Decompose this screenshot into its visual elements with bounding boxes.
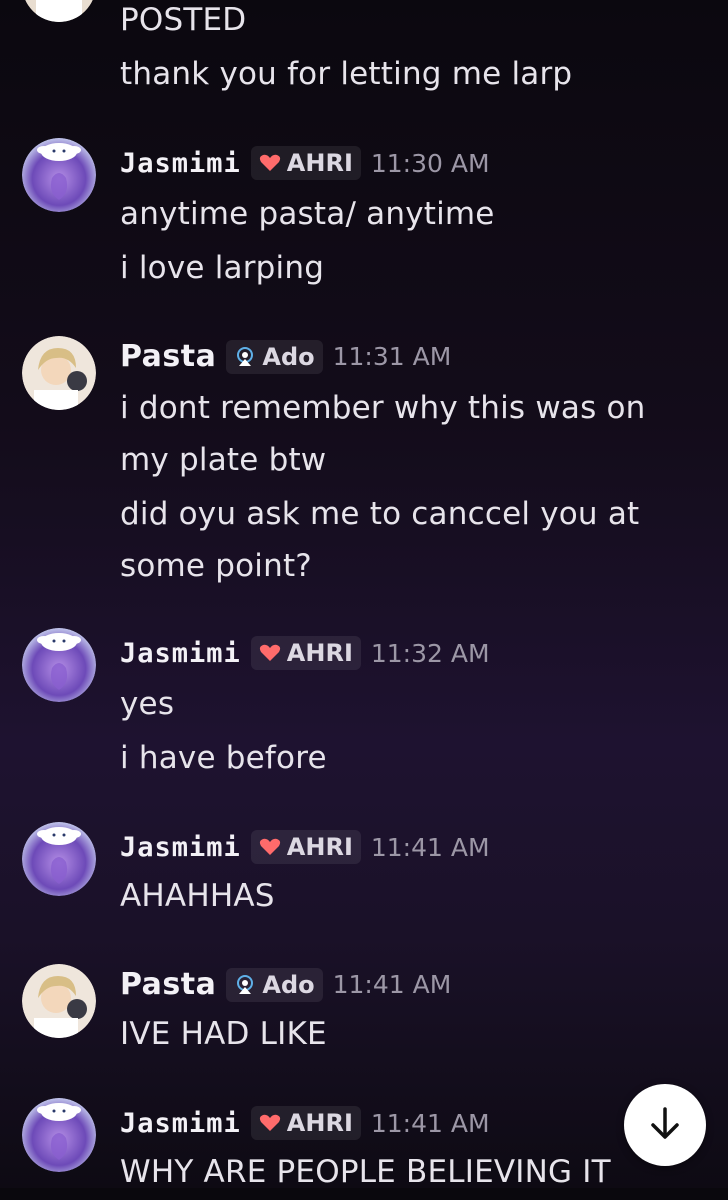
avatar-pasta[interactable] xyxy=(22,964,96,1038)
username[interactable]: Jasmimi xyxy=(120,1108,241,1139)
chat-message-list[interactable]: POSTED thank you for letting me larp Jas… xyxy=(0,0,728,1200)
message-line: did oyu ask me to canccel you at xyxy=(120,496,640,532)
role-tag[interactable]: AHRI xyxy=(250,1106,361,1140)
jump-to-present-button[interactable] xyxy=(624,1084,706,1166)
message-line: WHY ARE PEOPLE BELIEVING IT xyxy=(120,1154,611,1190)
message-line: IVE HAD LIKE xyxy=(120,1016,327,1052)
username[interactable]: Jasmimi xyxy=(120,638,241,669)
username[interactable]: Jasmimi xyxy=(120,832,241,863)
ado-icon xyxy=(232,974,258,996)
bottom-edge xyxy=(0,1188,728,1200)
role-tag[interactable]: AHRI xyxy=(250,146,361,180)
username[interactable]: Pasta xyxy=(120,967,216,1002)
username[interactable]: Jasmimi xyxy=(120,148,241,179)
avatar-jasmimi[interactable] xyxy=(22,628,96,702)
heart-icon xyxy=(257,836,283,858)
arrow-down-icon xyxy=(645,1103,685,1147)
role-tag[interactable]: Ado xyxy=(226,339,323,374)
username[interactable]: Pasta xyxy=(120,339,216,374)
heart-icon xyxy=(257,642,283,664)
timestamp: 11:41 AM xyxy=(370,832,490,862)
message-line: yes xyxy=(120,686,175,722)
ado-icon xyxy=(232,346,258,368)
role-label: AHRI xyxy=(286,833,353,861)
avatar-jasmimi[interactable] xyxy=(22,138,96,212)
role-tag[interactable]: AHRI xyxy=(250,830,361,864)
avatar-pasta[interactable] xyxy=(22,336,96,410)
avatar-jasmimi[interactable] xyxy=(22,822,96,896)
role-label: AHRI xyxy=(286,1109,353,1137)
avatar-jasmimi[interactable] xyxy=(22,1098,96,1172)
message-line: AHAHHAS xyxy=(120,878,275,914)
role-label: AHRI xyxy=(286,639,353,667)
role-label: Ado xyxy=(262,970,315,999)
message-line: my plate btw xyxy=(120,442,327,478)
heart-icon xyxy=(257,152,283,174)
heart-icon xyxy=(257,1112,283,1134)
message-line: anytime pasta/ anytime xyxy=(120,196,495,232)
role-label: Ado xyxy=(262,342,315,371)
timestamp: 11:41 AM xyxy=(332,970,452,999)
message-line: i have before xyxy=(120,740,327,776)
message-line: thank you for letting me larp xyxy=(120,56,573,92)
message-line: POSTED xyxy=(120,2,247,38)
avatar-pasta[interactable] xyxy=(22,0,96,22)
role-tag[interactable]: Ado xyxy=(226,967,323,1002)
message-line: i love larping xyxy=(120,250,325,286)
timestamp: 11:31 AM xyxy=(332,342,452,371)
timestamp: 11:32 AM xyxy=(370,638,490,668)
role-tag[interactable]: AHRI xyxy=(250,636,361,670)
role-label: AHRI xyxy=(286,149,353,177)
timestamp: 11:41 AM xyxy=(370,1108,490,1138)
message-line: i dont remember why this was on xyxy=(120,390,646,426)
timestamp: 11:30 AM xyxy=(370,148,490,178)
message-line: some point? xyxy=(120,548,312,584)
